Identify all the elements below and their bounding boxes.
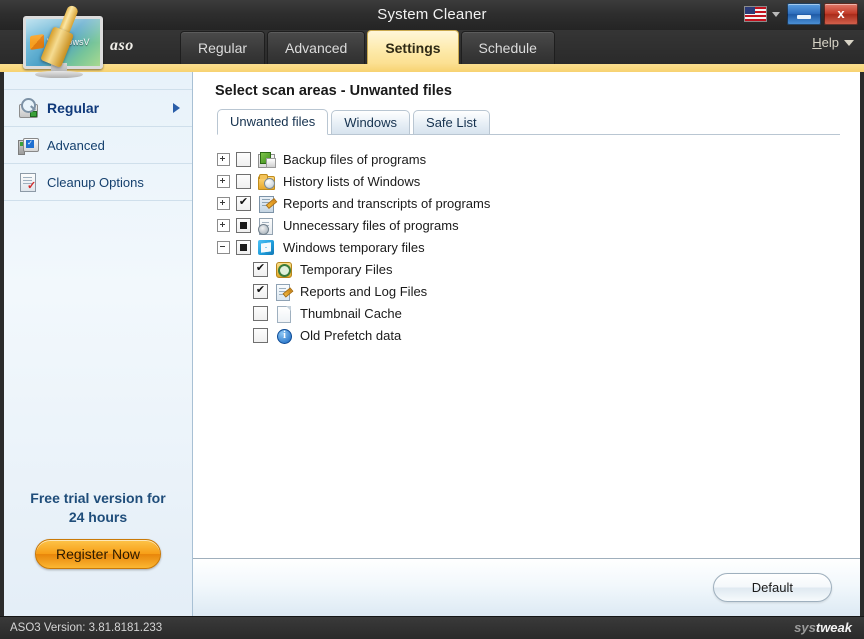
- tree-row-label: Old Prefetch data: [300, 328, 401, 343]
- tree-row[interactable]: Reports and Log Files: [217, 280, 840, 302]
- application-window: System Cleaner x aso Regular Advanced Se…: [0, 0, 864, 639]
- backup-files-icon: [258, 151, 275, 168]
- help-menu[interactable]: Help: [812, 35, 854, 50]
- systweak-logo: systweak: [794, 617, 852, 639]
- window-title: System Cleaner: [0, 0, 864, 30]
- tab-schedule[interactable]: Schedule: [461, 31, 555, 65]
- sidebar-item-label: Regular: [47, 100, 99, 116]
- help-chevron-down-icon[interactable]: [844, 40, 854, 46]
- row-checkbox[interactable]: [236, 174, 251, 189]
- monitor-base: [35, 71, 83, 78]
- tree-row-label: Unnecessary files of programs: [283, 218, 459, 233]
- tree-row-label: Temporary Files: [300, 262, 392, 277]
- reports-pad-icon: [258, 195, 275, 212]
- collapse-minus-icon[interactable]: [217, 241, 230, 254]
- help-underlined-letter: H: [812, 35, 821, 50]
- expand-plus-icon[interactable]: [217, 175, 230, 188]
- trial-line-2: 24 hours: [20, 508, 176, 527]
- us-flag-icon[interactable]: [744, 6, 767, 22]
- expand-plus-icon[interactable]: [217, 197, 230, 210]
- window-controls: x: [744, 3, 858, 25]
- tree-row-label: Backup files of programs: [283, 152, 426, 167]
- brand-abbr: aso: [110, 37, 134, 55]
- chevron-right-icon: [173, 103, 180, 113]
- help-label: Help: [812, 35, 839, 50]
- minimize-button[interactable]: [787, 3, 821, 25]
- default-button[interactable]: Default: [713, 573, 832, 602]
- windows-flag-icon: [258, 239, 275, 256]
- main-tabs: Regular Advanced Settings Schedule: [180, 30, 555, 65]
- tab-unwanted-files[interactable]: Unwanted files: [217, 109, 328, 135]
- log-files-icon: [275, 283, 292, 300]
- body-area: Regular ✓ Advanced ✓ Cleanup Options Fre…: [0, 72, 864, 617]
- tree-row-label: Windows temporary files: [283, 240, 425, 255]
- sidebar-item-cleanup-options[interactable]: ✓ Cleanup Options: [4, 164, 192, 201]
- tree-row-label: History lists of Windows: [283, 174, 420, 189]
- row-checkbox[interactable]: [253, 284, 268, 299]
- tree-row[interactable]: Thumbnail Cache: [217, 302, 840, 324]
- blank-page-icon: [275, 305, 292, 322]
- tab-safe-list[interactable]: Safe List: [413, 110, 490, 134]
- logo-part-tweak: tweak: [816, 620, 852, 635]
- monitor-check-icon: ✓: [18, 135, 38, 155]
- tab-regular[interactable]: Regular: [180, 31, 265, 65]
- expand-plus-icon[interactable]: [217, 219, 230, 232]
- main-nav-bar: aso Regular Advanced Settings Schedule H…: [0, 30, 864, 65]
- magnifier-monitor-icon: [18, 98, 38, 118]
- tree-row[interactable]: Temporary Files: [217, 258, 840, 280]
- row-checkbox[interactable]: [253, 328, 268, 343]
- row-checkbox[interactable]: [236, 240, 251, 255]
- tree-row[interactable]: Old Prefetch data: [217, 324, 840, 346]
- close-button[interactable]: x: [824, 3, 858, 25]
- title-bar: System Cleaner x: [0, 0, 864, 31]
- row-checkbox[interactable]: [253, 262, 268, 277]
- tree-row[interactable]: Backup files of programs: [217, 148, 840, 170]
- tab-settings[interactable]: Settings: [367, 30, 458, 65]
- info-icon: [275, 327, 292, 344]
- tree-row-label: Reports and Log Files: [300, 284, 427, 299]
- document-check-icon: ✓: [18, 172, 38, 192]
- tree-row[interactable]: History lists of Windows: [217, 170, 840, 192]
- row-checkbox[interactable]: [236, 152, 251, 167]
- temp-files-icon: [275, 261, 292, 278]
- register-now-button[interactable]: Register Now: [35, 539, 161, 569]
- tree-row[interactable]: Reports and transcripts of programs: [217, 192, 840, 214]
- sidebar: Regular ✓ Advanced ✓ Cleanup Options Fre…: [4, 72, 193, 617]
- row-checkbox[interactable]: [236, 196, 251, 211]
- windows-logo-icon: [30, 34, 44, 50]
- tree-row-label: Thumbnail Cache: [300, 306, 402, 321]
- status-bar: ASO3 Version: 3.81.8181.233 systweak: [0, 616, 864, 639]
- logo-part-sys: sys: [794, 620, 816, 635]
- sidebar-item-regular[interactable]: Regular: [4, 89, 192, 127]
- main-content: Select scan areas - Unwanted files Unwan…: [193, 72, 860, 617]
- trial-box: Free trial version for 24 hours Register…: [4, 489, 192, 569]
- version-label: ASO3 Version: 3.81.8181.233: [10, 617, 162, 639]
- history-folder-icon: [258, 173, 275, 190]
- row-checkbox[interactable]: [253, 306, 268, 321]
- help-rest-letters: elp: [822, 35, 839, 50]
- window-border-right: [860, 72, 864, 617]
- product-logo: WindowsV: [5, 4, 110, 82]
- accent-strip: [0, 64, 864, 72]
- tab-advanced[interactable]: Advanced: [267, 31, 365, 65]
- tree-row[interactable]: Unnecessary files of programs: [217, 214, 840, 236]
- trial-line-1: Free trial version for: [20, 489, 176, 508]
- sidebar-item-label: Advanced: [47, 138, 105, 153]
- expand-plus-icon[interactable]: [217, 153, 230, 166]
- sidebar-item-label: Cleanup Options: [47, 175, 144, 190]
- trial-message: Free trial version for 24 hours: [4, 489, 192, 527]
- close-icon: x: [825, 4, 857, 24]
- content-tabs: Unwanted files Windows Safe List: [217, 109, 840, 135]
- scan-areas-tree: Backup files of programs History lists o…: [217, 148, 840, 346]
- action-bar: Default: [193, 558, 860, 617]
- row-checkbox[interactable]: [236, 218, 251, 233]
- page-title: Select scan areas - Unwanted files: [215, 83, 452, 99]
- sidebar-item-advanced[interactable]: ✓ Advanced: [4, 127, 192, 164]
- tree-row-label: Reports and transcripts of programs: [283, 196, 490, 211]
- document-gear-icon: [258, 217, 275, 234]
- language-chevron-down-icon[interactable]: [772, 12, 780, 17]
- tab-windows[interactable]: Windows: [331, 110, 410, 134]
- tree-row[interactable]: Windows temporary files: [217, 236, 840, 258]
